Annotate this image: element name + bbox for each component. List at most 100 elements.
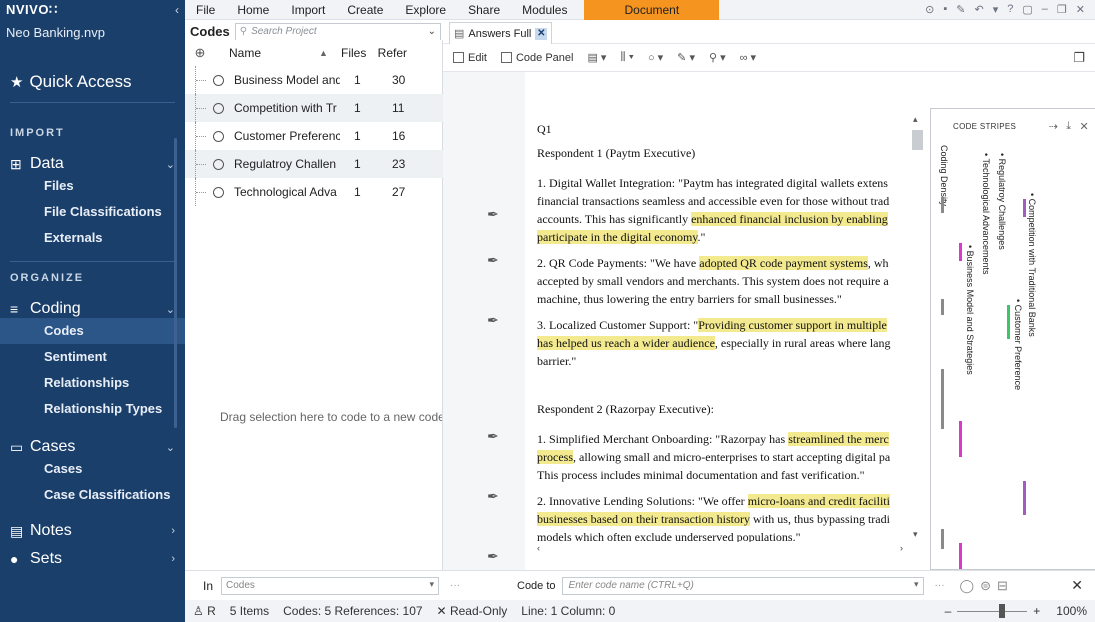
expand-icon[interactable]: ⇢ [1049, 120, 1059, 133]
scroll-down-icon[interactable]: ▾ [913, 529, 918, 540]
link-icon[interactable]: ∞ ▾ [740, 51, 756, 64]
minimize-icon[interactable]: – [1042, 3, 1048, 16]
add-code-icon[interactable]: ⊕ [185, 45, 215, 61]
undo-icon[interactable]: ↶ [975, 3, 984, 16]
close-icon[interactable]: ✕ [1071, 577, 1095, 594]
document-vertical-scrollbar[interactable]: ▴ ▾ [909, 112, 927, 542]
stripe-label-technological[interactable]: • Technological Advancements [981, 153, 991, 275]
chat-icon[interactable]: ▢ [1022, 3, 1032, 16]
more-icon[interactable]: ▾ [993, 3, 999, 16]
browse-icon[interactable]: ··· [445, 580, 465, 591]
sidebar-item-codes[interactable]: Codes [0, 318, 185, 344]
close-tab-icon[interactable]: ✕ [535, 27, 548, 40]
density-stripe[interactable] [941, 299, 944, 315]
table-row[interactable]: Customer Preferenc 1 16 [185, 122, 443, 150]
download-icon[interactable]: ⤓ [1066, 120, 1071, 133]
collapse-sidebar-icon[interactable]: ‹ [175, 3, 179, 17]
coding-stripe[interactable] [959, 243, 962, 261]
restore-icon[interactable]: ❐ [1057, 3, 1067, 16]
menu-home[interactable]: Home [226, 0, 280, 20]
annotation-pen-icon[interactable]: ✒ [487, 428, 499, 445]
sidebar-item-relationship-types[interactable]: Relationship Types [0, 396, 185, 422]
annotations-icon[interactable]: ▤ ▾ [587, 51, 606, 64]
table-row[interactable]: Competition with Tr 1 11 [185, 94, 443, 122]
menu-import[interactable]: Import [280, 0, 336, 20]
code-to-input[interactable]: Enter code name (CTRL+Q) ▾ [561, 576, 924, 595]
brush-icon[interactable]: ✎ ▾ [677, 51, 695, 64]
close-icon[interactable]: ✕ [1079, 120, 1089, 133]
column-files[interactable]: Files [341, 46, 371, 60]
tab-answers-full[interactable]: ▤ Answers Full ✕ [449, 22, 553, 44]
zoom-thumb[interactable] [999, 603, 1006, 618]
uncode-icon[interactable]: ⊜ [980, 578, 991, 594]
density-stripe[interactable] [941, 369, 944, 429]
scroll-up-icon[interactable]: ▴ [913, 114, 918, 125]
density-stripe[interactable] [941, 529, 944, 549]
group-data[interactable]: ⊞ Data ⌄ [0, 155, 185, 173]
sidebar-item-externals[interactable]: Externals [0, 225, 185, 251]
table-row[interactable]: Business Model and 1 30 [185, 66, 443, 94]
edit-checkbox[interactable]: Edit [453, 52, 487, 64]
scroll-right-icon[interactable]: › [900, 543, 903, 553]
sidebar-item-cases[interactable]: Cases [0, 456, 185, 482]
browse-icon[interactable]: ··· [930, 580, 950, 591]
edit-icon[interactable]: ✎ [956, 3, 965, 16]
menu-share[interactable]: Share [457, 0, 511, 20]
undock-icon[interactable]: ❐ [1073, 50, 1085, 66]
filter-icon[interactable]: ⊟ [997, 578, 1008, 594]
sidebar-item-case-classifications[interactable]: Case Classifications [0, 482, 185, 508]
zoom-slider[interactable] [957, 603, 1028, 618]
annotation-pen-icon[interactable]: ✒ [487, 252, 499, 269]
chevron-down-icon[interactable]: ▾ [429, 579, 434, 590]
project-name[interactable]: Neo Banking.nvp [0, 20, 185, 42]
scroll-left-icon[interactable]: ‹ [537, 543, 540, 553]
menu-create[interactable]: Create [336, 0, 394, 20]
sidebar-item-files[interactable]: Files [0, 173, 185, 199]
code-panel-checkbox[interactable]: Code Panel [500, 52, 573, 64]
highlight-icon[interactable]: ○ ▾ [648, 51, 663, 64]
document-content[interactable]: Q1 Respondent 1 (Paytm Executive) 1. Dig… [525, 112, 909, 542]
stripe-label-business-model[interactable]: • Business Model and Strategies [965, 245, 975, 375]
sidebar-scrollbar[interactable] [174, 138, 177, 428]
zoom-in-icon[interactable]: + [1033, 604, 1040, 618]
sync-icon[interactable]: ⊙ [925, 3, 934, 16]
table-row[interactable]: Regulatroy Challen 1 23 [185, 150, 443, 178]
group-notes[interactable]: ▤ Notes › [0, 522, 185, 540]
annotation-pen-icon[interactable]: ✒ [487, 206, 499, 223]
menu-explore[interactable]: Explore [394, 0, 457, 20]
menu-modules[interactable]: Modules [511, 0, 578, 20]
density-stripe[interactable] [941, 197, 944, 213]
annotation-pen-icon[interactable]: ✒ [487, 548, 499, 565]
quick-access[interactable]: ★ Quick Access [0, 72, 185, 92]
zoom-icon[interactable]: ⚲ ▾ [709, 51, 726, 64]
document-horizontal-scrollbar[interactable]: ‹ › [525, 542, 915, 554]
sidebar-item-file-classifications[interactable]: File Classifications [0, 199, 185, 225]
menu-document[interactable]: Document [584, 0, 720, 20]
scroll-thumb[interactable] [912, 130, 923, 150]
annotation-pen-icon[interactable]: ✒ [487, 312, 499, 329]
coding-stripe[interactable] [959, 543, 962, 569]
sidebar-item-sentiment[interactable]: Sentiment [0, 344, 185, 370]
stripes-icon[interactable]: ⫼ ▾ [620, 51, 633, 64]
coding-stripe[interactable] [1023, 481, 1026, 515]
close-icon[interactable]: ✕ [1076, 3, 1085, 16]
chevron-down-icon[interactable]: ⌄ [428, 26, 436, 37]
column-references[interactable]: Refer [371, 46, 411, 60]
coding-stripe[interactable] [959, 421, 962, 457]
help-icon[interactable]: ? [1007, 3, 1013, 16]
table-row[interactable]: Technological Adva 1 27 [185, 178, 443, 206]
save-icon[interactable]: ▪ [943, 3, 947, 16]
stripe-label-regulatory[interactable]: • Regulatroy Challenges [997, 153, 1007, 250]
chevron-down-icon[interactable]: ▾ [914, 579, 919, 590]
column-name[interactable]: Name [215, 46, 319, 60]
group-coding[interactable]: ≡ Coding ⌄ [0, 300, 185, 318]
group-sets[interactable]: ● Sets › [0, 550, 185, 568]
search-project-input[interactable]: ⚲ Search Project ⌄ [234, 22, 441, 41]
menu-file[interactable]: File [185, 0, 226, 20]
stripe-label-customer-preference[interactable]: • Customer Preference [1013, 299, 1023, 390]
coding-stripe[interactable] [1023, 199, 1026, 217]
sidebar-item-relationships[interactable]: Relationships [0, 370, 185, 396]
annotation-pen-icon[interactable]: ✒ [487, 488, 499, 505]
stripe-label-competition[interactable]: • Competition with Traditional Banks [1027, 193, 1037, 337]
zoom-out-icon[interactable]: – [945, 604, 952, 618]
